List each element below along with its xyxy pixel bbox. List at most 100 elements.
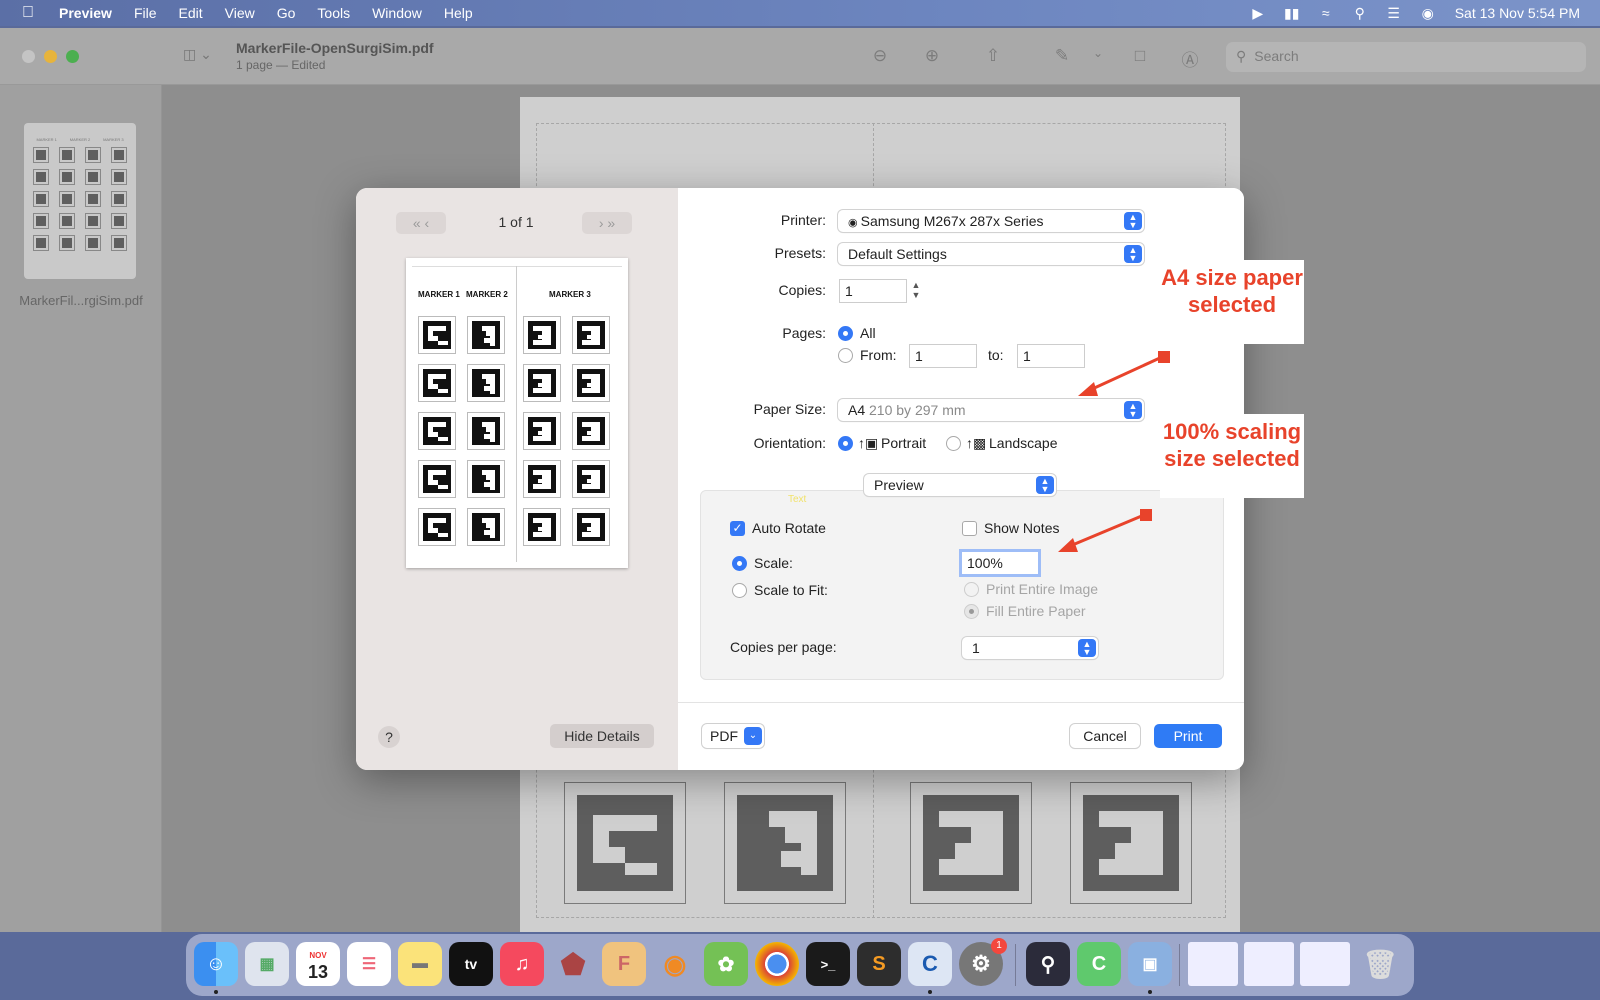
geometry-app-icon[interactable]: ⬟ xyxy=(551,942,595,986)
fill-entire-paper-radio[interactable] xyxy=(964,604,979,619)
hide-details-button[interactable]: Hide Details xyxy=(550,724,654,748)
finder-icon[interactable]: ☺ xyxy=(194,942,238,986)
notes-icon[interactable]: ▬ xyxy=(398,942,442,986)
zoom-out-icon[interactable]: ⊖ xyxy=(868,46,892,68)
quicktime-icon[interactable]: ⚲ xyxy=(1026,942,1070,986)
menu-go[interactable]: Go xyxy=(266,5,307,21)
page-thumbnail[interactable]: MARKER 1 MARKER 2 MARKER 3 xyxy=(24,123,136,279)
menu-edit[interactable]: Edit xyxy=(168,5,214,21)
chevron-down-icon: ⌄ xyxy=(744,727,762,745)
preview-header-marker-2: MARKER 2 xyxy=(466,290,508,299)
thumbnail-marker xyxy=(85,213,101,229)
portrait-radio[interactable] xyxy=(838,436,853,451)
play-circle-icon[interactable]: ▶ xyxy=(1241,5,1275,22)
notification-badge: 1 xyxy=(991,938,1007,954)
pages-to-field[interactable]: 1 xyxy=(1018,345,1084,367)
scaling-annotation: 100% scaling size selected xyxy=(1160,414,1304,498)
scale-label: Scale: xyxy=(754,555,793,571)
sublime-text-icon[interactable]: S xyxy=(857,942,901,986)
print-entire-image-radio[interactable] xyxy=(964,582,979,597)
minimized-window-1[interactable] xyxy=(1188,942,1238,986)
show-notes-label: Show Notes xyxy=(984,520,1060,536)
paper-size-label: Paper Size: xyxy=(753,401,826,417)
minimize-window-button[interactable] xyxy=(44,50,57,63)
scale-radio[interactable] xyxy=(732,556,747,571)
leaf-app-icon[interactable]: ✿ xyxy=(704,942,748,986)
terminal-icon[interactable]: >_ xyxy=(806,942,850,986)
annotate-icon[interactable]: Ⓐ xyxy=(1178,46,1202,70)
preview-divider xyxy=(516,266,517,562)
menu-tools[interactable]: Tools xyxy=(306,5,361,21)
presets-select[interactable]: Default Settings ▲ ▼ xyxy=(838,243,1144,265)
document-subtitle: 1 page — Edited xyxy=(236,58,326,72)
scale-field[interactable]: 100% xyxy=(962,552,1038,574)
pages-all-radio[interactable] xyxy=(838,326,853,341)
camtasia-icon[interactable]: C xyxy=(1077,942,1121,986)
print-preview-pane: « ‹ 1 of 1 › » MARKER 1 MARKER 2 MARKER … xyxy=(356,188,678,770)
preview-marker xyxy=(418,508,456,546)
print-button[interactable]: Print xyxy=(1154,724,1222,748)
music-icon[interactable]: ♫ xyxy=(500,942,544,986)
launchpad-icon[interactable]: ▦ xyxy=(245,942,289,986)
pages-range-radio[interactable] xyxy=(838,348,853,363)
thumbnail-marker xyxy=(111,169,127,185)
pdf-label: PDF xyxy=(710,728,738,744)
first-previous-page-button[interactable]: « ‹ xyxy=(396,212,446,234)
apple-tv-icon[interactable]: tv xyxy=(449,942,493,986)
opensurgisim-icon[interactable]: С xyxy=(908,942,952,986)
search-icon[interactable]: ⚲ xyxy=(1343,5,1377,22)
chrome-icon[interactable] xyxy=(755,942,799,986)
preview-marker xyxy=(523,316,561,354)
help-button[interactable]: ? xyxy=(378,726,400,748)
next-last-page-button[interactable]: › » xyxy=(582,212,632,234)
dialog-footer-divider xyxy=(678,702,1244,703)
landscape-radio[interactable] xyxy=(946,436,961,451)
wifi-icon[interactable]: ≈ xyxy=(1309,5,1343,21)
chevron-up-down-icon: ▲ ▼ xyxy=(1036,476,1054,494)
close-window-button[interactable] xyxy=(22,50,35,63)
control-center-icon[interactable]: ☰ xyxy=(1377,5,1411,22)
auto-rotate-checkbox[interactable]: ✓ xyxy=(730,521,745,536)
reminders-icon[interactable]: ☰ xyxy=(347,942,391,986)
pages-from-field[interactable]: 1 xyxy=(910,345,976,367)
menu-view[interactable]: View xyxy=(214,5,266,21)
blender-icon[interactable]: ◉ xyxy=(653,942,697,986)
copies-per-page-select[interactable]: 1 ▲ ▼ xyxy=(962,637,1098,659)
trash-icon[interactable]: 🗑 xyxy=(1358,942,1402,986)
menu-window[interactable]: Window xyxy=(361,5,433,21)
siri-icon[interactable]: ◉ xyxy=(1411,5,1445,22)
pdf-menu-button[interactable]: PDF ⌄ xyxy=(702,724,764,748)
printer-select[interactable]: ◉ Samsung M267x 287x Series ▲ ▼ xyxy=(838,210,1144,232)
cancel-button[interactable]: Cancel xyxy=(1070,724,1140,748)
section-select[interactable]: Preview ▲ ▼ xyxy=(864,474,1056,496)
fusion-360-icon[interactable]: F xyxy=(602,942,646,986)
menu-file[interactable]: File xyxy=(123,5,168,21)
show-notes-checkbox[interactable] xyxy=(962,521,977,536)
calendar-icon[interactable]: NOV 13 xyxy=(296,942,340,986)
scale-to-fit-label: Scale to Fit: xyxy=(754,582,828,598)
zoom-window-button[interactable] xyxy=(66,50,79,63)
share-icon[interactable]: ⇧ xyxy=(981,46,1005,68)
markup-pen-icon[interactable]: ✎ xyxy=(1050,46,1074,68)
menu-help[interactable]: Help xyxy=(433,5,484,21)
running-indicator xyxy=(214,990,218,994)
scale-to-fit-radio[interactable] xyxy=(732,583,747,598)
markup-dropdown-icon[interactable]: ⌄ xyxy=(1086,46,1110,68)
battery-icon[interactable]: ▮▮ xyxy=(1275,5,1309,22)
apple-menu-icon[interactable]:  xyxy=(0,4,48,22)
app-menu[interactable]: Preview xyxy=(48,5,123,21)
minimized-window-3[interactable] xyxy=(1300,942,1350,986)
zoom-in-icon[interactable]: ⊕ xyxy=(920,46,944,68)
paper-size-select[interactable]: A4 210 by 297 mm ▲ ▼ xyxy=(838,399,1144,421)
menu-clock[interactable]: Sat 13 Nov 5:54 PM xyxy=(1445,5,1600,21)
minimized-window-2[interactable] xyxy=(1244,942,1294,986)
preview-marker xyxy=(418,364,456,402)
copies-stepper[interactable]: ▲ ▼ xyxy=(909,280,923,302)
sidebar-toggle-icon[interactable]: ◫ ⌄ xyxy=(183,46,223,66)
marker-3a-large xyxy=(910,782,1032,904)
copies-per-page-label: Copies per page: xyxy=(730,639,837,655)
copies-field[interactable]: 1 xyxy=(840,280,906,302)
rotate-icon[interactable]: □ xyxy=(1128,46,1152,68)
search-field[interactable]: ⚲ Search xyxy=(1226,42,1586,72)
preview-app-icon[interactable]: ▣ xyxy=(1128,942,1172,986)
